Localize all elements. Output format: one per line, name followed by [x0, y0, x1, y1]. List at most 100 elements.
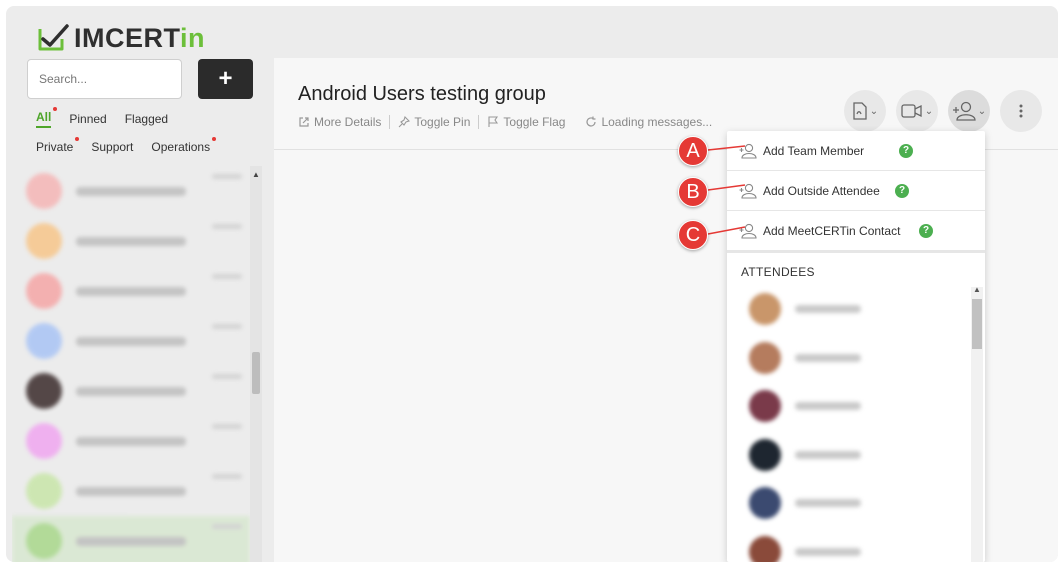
conversation-name-blurred — [76, 386, 186, 396]
conversation-time-blurred — [212, 524, 242, 529]
conversation-item[interactable] — [12, 266, 250, 316]
annotation-marker-a: A — [678, 136, 708, 166]
avatar — [26, 323, 62, 359]
avatar — [749, 293, 781, 326]
conversation-name-blurred — [76, 336, 186, 346]
document-icon — [853, 102, 867, 120]
attendee-item[interactable] — [727, 285, 985, 334]
avatar — [749, 390, 781, 423]
filter-tab-pinned[interactable]: Pinned — [69, 112, 106, 126]
new-conversation-button[interactable]: + — [198, 59, 253, 99]
video-call-button[interactable]: ⌄ — [896, 90, 938, 132]
add-person-menu-button[interactable]: ⌄ — [948, 90, 990, 132]
conversation-item[interactable] — [12, 516, 250, 562]
kebab-menu-icon — [1019, 104, 1023, 118]
file-menu-button[interactable]: ⌄ — [844, 90, 886, 132]
attendee-name-blurred — [795, 547, 861, 556]
more-options-button[interactable] — [1000, 90, 1042, 132]
add-person-icon — [952, 101, 976, 121]
menu-item-add-outside-attendee[interactable]: Add Outside Attendee? — [727, 171, 985, 211]
search-input[interactable]: Search... — [27, 59, 182, 99]
loading-status: Loading messages... — [585, 115, 712, 129]
attendee-name-blurred — [795, 450, 861, 459]
conversation-name-blurred — [76, 436, 186, 446]
conversation-time-blurred — [212, 224, 242, 229]
attendee-name-blurred — [795, 305, 861, 314]
avatar — [26, 473, 62, 509]
filter-tab-support[interactable]: Support — [91, 140, 133, 154]
conversation-time-blurred — [212, 274, 242, 279]
pin-icon — [398, 116, 411, 128]
conversation-time-blurred — [212, 374, 242, 379]
conversation-time-blurred — [212, 424, 242, 429]
filter-tab-flagged[interactable]: Flagged — [125, 112, 168, 126]
conversation-scrollbar[interactable]: ▲ — [250, 166, 262, 562]
divider — [478, 115, 480, 129]
avatar — [26, 523, 62, 559]
conversation-time-blurred — [212, 474, 242, 479]
attendee-name-blurred — [795, 499, 861, 508]
app-logo: IMCERTin — [36, 20, 205, 56]
attendee-item[interactable] — [727, 431, 985, 480]
conversation-item[interactable] — [12, 416, 250, 466]
conversation-item[interactable] — [12, 316, 250, 366]
add-person-icon — [739, 183, 757, 199]
avatar — [749, 535, 781, 562]
conversation-item[interactable] — [12, 366, 250, 416]
menu-item-add-meetcertin-contact[interactable]: Add MeetCERTin Contact? — [727, 211, 985, 251]
conversation-item[interactable] — [12, 466, 250, 516]
avatar — [26, 373, 62, 409]
filter-tab-all[interactable]: All — [36, 107, 58, 128]
conversation-name-blurred — [76, 486, 186, 496]
refresh-icon — [586, 116, 597, 127]
conversation-item[interactable] — [12, 166, 250, 216]
attendee-item[interactable] — [727, 528, 985, 562]
attendee-item[interactable] — [727, 382, 985, 431]
unread-dot — [53, 107, 58, 111]
video-camera-icon — [901, 104, 922, 118]
conversation-name-blurred — [76, 236, 186, 246]
attendee-item[interactable] — [727, 334, 985, 383]
help-icon[interactable]: ? — [895, 183, 909, 198]
toggle-flag-link[interactable]: Toggle Flag — [487, 115, 565, 129]
scroll-thumb[interactable] — [252, 352, 260, 394]
menu-item-label: Add Team Member — [763, 143, 865, 158]
conversation-list — [12, 166, 250, 562]
add-person-dropdown: Add Team Member? Add Outside Attendee? Add… — [727, 131, 985, 562]
chevron-down-icon: ⌄ — [977, 105, 987, 117]
scroll-up-icon[interactable]: ▲ — [252, 170, 260, 179]
logo-icon — [38, 24, 69, 51]
conversation-name-blurred — [76, 186, 186, 196]
more-details-link[interactable]: More Details — [298, 115, 381, 129]
annotation-marker-b: B — [678, 177, 708, 207]
conversation-time-blurred — [212, 174, 242, 179]
conversation-item[interactable] — [12, 216, 250, 266]
help-icon[interactable]: ? — [919, 223, 933, 238]
unread-dot — [75, 137, 80, 141]
avatar — [26, 173, 62, 209]
add-person-icon — [739, 143, 757, 159]
divider — [389, 115, 391, 129]
attendee-name-blurred — [795, 353, 861, 362]
avatar — [749, 438, 781, 471]
attendee-item[interactable] — [727, 479, 985, 528]
toggle-pin-link[interactable]: Toggle Pin — [398, 115, 470, 129]
annotation-marker-c: C — [678, 220, 708, 250]
filter-tab-operations[interactable]: Operations — [151, 137, 217, 154]
scroll-up-icon[interactable]: ▲ — [973, 285, 981, 294]
add-person-icon — [739, 223, 757, 239]
chevron-down-icon: ⌄ — [869, 105, 879, 117]
menu-item-label: Add Outside Attendee — [763, 183, 880, 198]
conversation-name-blurred — [76, 536, 186, 546]
attendee-name-blurred — [795, 402, 861, 411]
avatar — [749, 487, 781, 520]
avatar — [749, 341, 781, 374]
scroll-thumb[interactable] — [972, 299, 982, 349]
help-icon[interactable]: ? — [899, 143, 913, 158]
avatar — [26, 273, 62, 309]
conversation-name-blurred — [76, 286, 186, 296]
attendee-scrollbar[interactable]: ▲ — [971, 285, 983, 562]
filter-tab-private[interactable]: Private — [36, 137, 80, 154]
filter-tabs: All Pinned Flagged Private Support Operation… — [36, 107, 251, 166]
menu-item-add-team-member[interactable]: Add Team Member? — [727, 131, 985, 171]
